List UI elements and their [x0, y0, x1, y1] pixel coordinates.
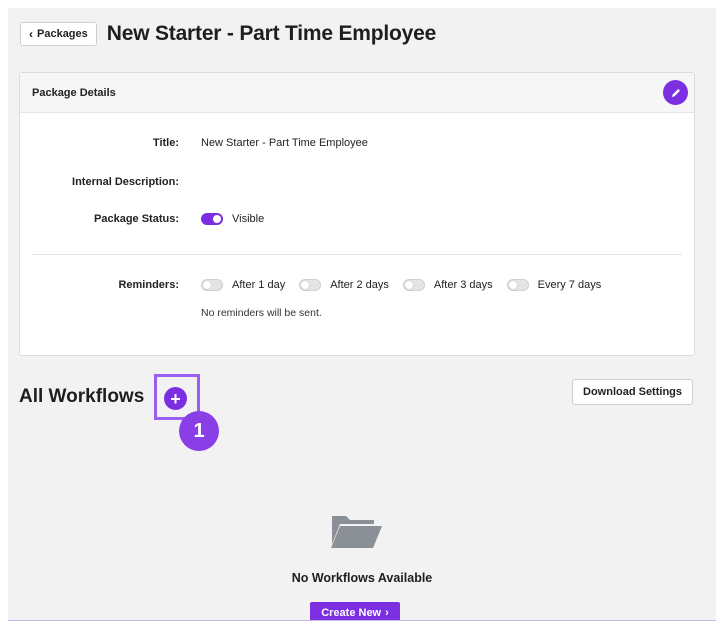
title-row: Title: New Starter - Part Time Employee [20, 137, 694, 149]
reminder-after-1-day-toggle[interactable] [201, 279, 223, 291]
edit-package-button[interactable] [663, 80, 688, 105]
app-window: ‹ Packages New Starter - Part Time Emplo… [8, 8, 716, 621]
title-label: Title: [152, 137, 179, 149]
reminder-after-3-days-toggle[interactable] [402, 279, 425, 291]
download-settings-button[interactable]: Download Settings [572, 379, 693, 405]
step-badge: 1 [179, 411, 219, 451]
reminder-option-label: Every 7 days [537, 279, 602, 291]
pencil-icon [671, 88, 680, 97]
divider [32, 254, 682, 255]
add-workflow-button[interactable]: + [164, 387, 187, 410]
internal-description-row: Internal Description: [20, 176, 694, 188]
reminder-every-7-days-toggle[interactable] [506, 279, 529, 291]
reminder-option-label: After 2 days [330, 279, 389, 291]
create-new-label: Create New [321, 607, 382, 619]
create-new-button[interactable]: Create New › [310, 602, 400, 620]
chevron-left-icon: ‹ [29, 27, 33, 41]
chevron-right-icon: › [385, 607, 389, 619]
reminder-option-label: After 3 days [433, 279, 493, 291]
reminder-option-label: After 1 day [232, 279, 286, 291]
reminders-row: Reminders: After 1 day After 2 days Afte… [20, 279, 694, 291]
card-title: Package Details [32, 86, 116, 99]
package-status-value: Visible [232, 213, 265, 225]
package-status-toggle[interactable] [201, 213, 223, 225]
folder-open-icon [331, 516, 382, 548]
package-status-row: Package Status: Visible [20, 213, 694, 225]
page-header: ‹ Packages New Starter - Part Time Emplo… [20, 22, 436, 46]
package-details-card: Package Details Title: New Starter - Par… [19, 72, 695, 356]
internal-description-label: Internal Description: [72, 176, 179, 188]
reminders-note: No reminders will be sent. [201, 307, 322, 319]
card-header: Package Details [20, 73, 694, 113]
back-to-packages-button[interactable]: ‹ Packages [20, 22, 97, 46]
workflows-title: All Workflows [19, 386, 145, 407]
package-status-label: Package Status: [94, 213, 179, 225]
empty-state-text: No Workflows Available [291, 571, 433, 585]
page-title: New Starter - Part Time Employee [106, 22, 437, 45]
back-button-label: Packages [37, 28, 88, 40]
reminder-after-2-days-toggle[interactable] [299, 279, 322, 291]
title-value: New Starter - Part Time Employee [201, 137, 368, 149]
reminders-label: Reminders: [118, 279, 179, 291]
